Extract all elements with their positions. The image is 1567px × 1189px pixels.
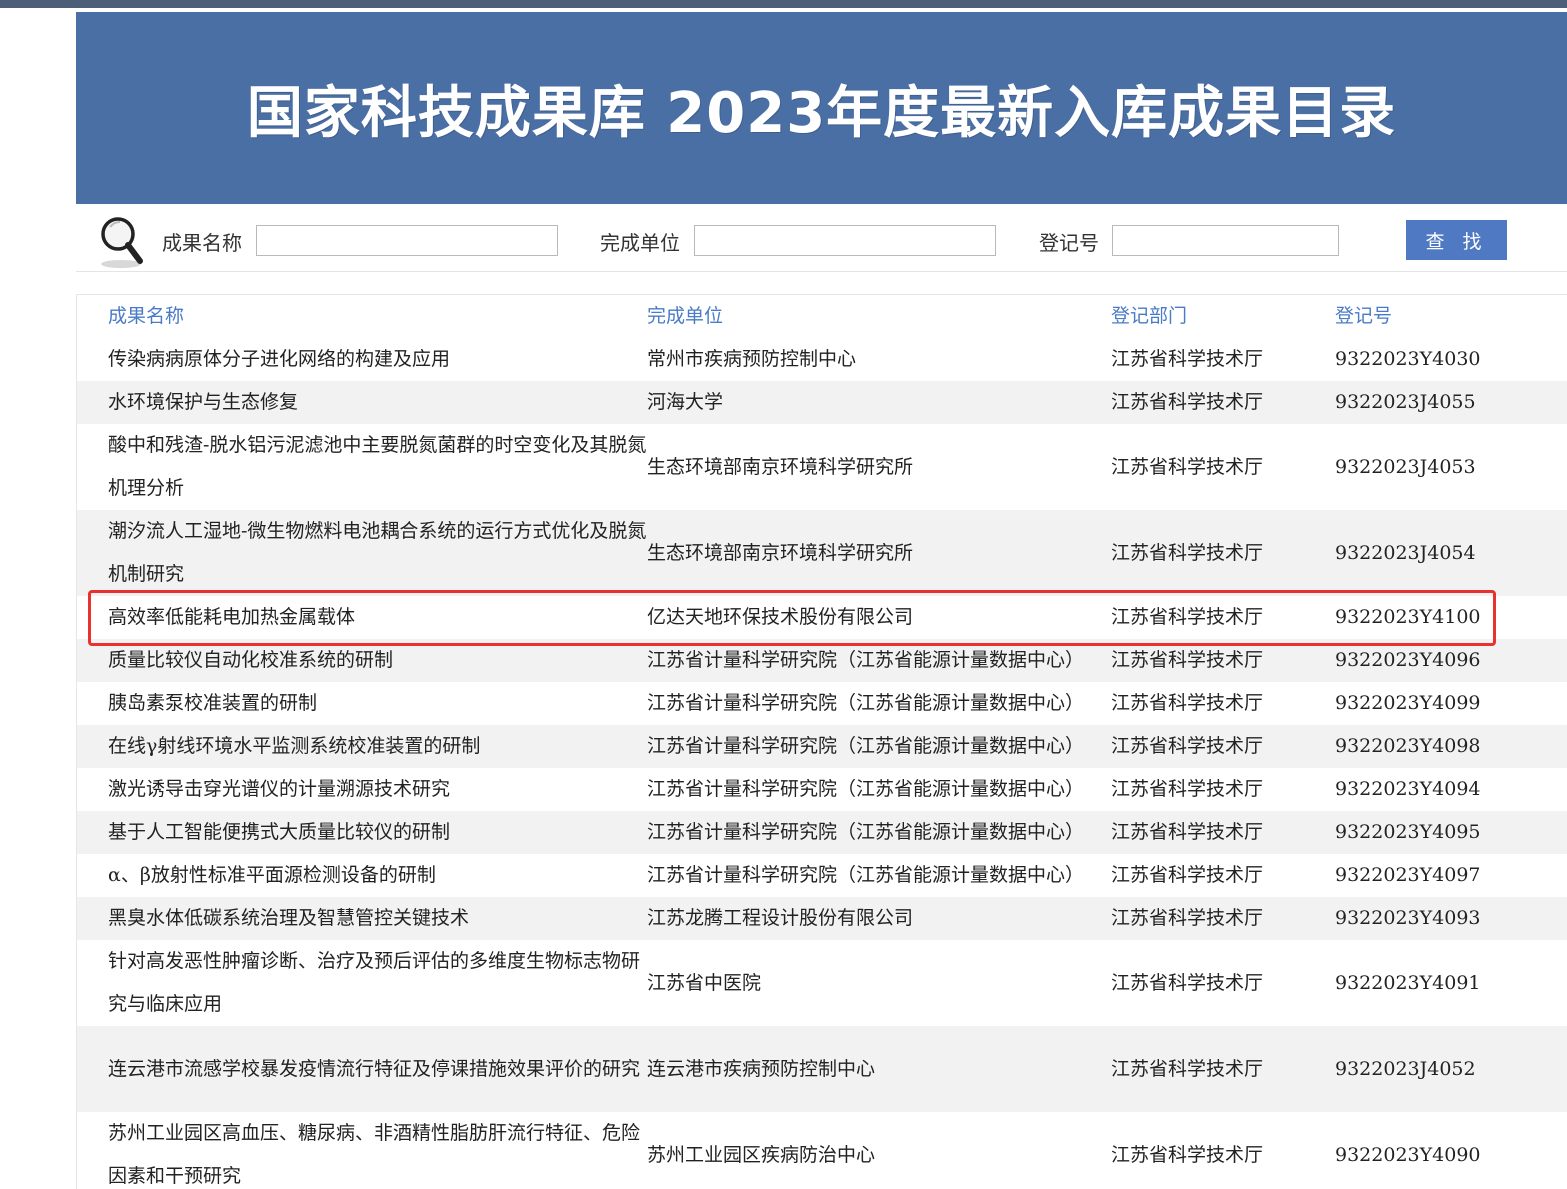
table-row: 在线γ射线环境水平监测系统校准装置的研制 江苏省计量科学研究院（江苏省能源计量数据… bbox=[77, 725, 1567, 768]
row-reg: 9322023Y4100 bbox=[1335, 606, 1481, 628]
search-bar: 成果名称 完成单位 登记号 查 找 bbox=[76, 206, 1567, 272]
table-row: 水环境保护与生态修复 河海大学 江苏省科学技术厅 9322023J4055 bbox=[77, 381, 1567, 424]
row-name[interactable]: 酸中和残渣-脱水铝污泥滤池中主要脱氮菌群的时空变化及其脱氮机理分析 bbox=[108, 424, 647, 510]
row-name[interactable]: 胰岛素泵校准装置的研制 bbox=[108, 682, 647, 725]
row-name[interactable]: 传染病病原体分子进化网络的构建及应用 bbox=[108, 338, 647, 381]
table-row: 胰岛素泵校准装置的研制 江苏省计量科学研究院（江苏省能源计量数据中心） 江苏省科学技… bbox=[77, 682, 1567, 725]
row-dept: 江苏省科学技术厅 bbox=[1111, 606, 1264, 628]
table-row: α、β放射性标准平面源检测设备的研制 江苏省计量科学研究院（江苏省能源计量数据中心… bbox=[77, 854, 1567, 897]
row-unit: 江苏省计量科学研究院（江苏省能源计量数据中心） bbox=[647, 692, 1085, 714]
row-unit: 江苏省计量科学研究院（江苏省能源计量数据中心） bbox=[647, 735, 1085, 757]
reg-input[interactable] bbox=[1112, 225, 1339, 256]
row-reg: 9322023Y4090 bbox=[1335, 1143, 1481, 1166]
table-row: 传染病病原体分子进化网络的构建及应用 常州市疾病预防控制中心 江苏省科学技术厅 932… bbox=[77, 338, 1567, 381]
row-unit: 亿达天地环保技术股份有限公司 bbox=[647, 606, 914, 628]
row-unit: 河海大学 bbox=[647, 391, 724, 413]
row-dept: 江苏省科学技术厅 bbox=[1111, 971, 1264, 994]
row-unit: 连云港市疾病预防控制中心 bbox=[647, 1057, 876, 1080]
table-row: 基于人工智能便携式大质量比较仪的研制 江苏省计量科学研究院（江苏省能源计量数据中心… bbox=[77, 811, 1567, 854]
row-dept: 江苏省科学技术厅 bbox=[1111, 735, 1264, 757]
search-button[interactable]: 查 找 bbox=[1406, 220, 1507, 260]
row-name[interactable]: 水环境保护与生态修复 bbox=[108, 381, 647, 424]
banner-title: 国家科技成果库 2023年度最新入库成果目录 bbox=[246, 80, 1397, 146]
row-unit: 江苏省计量科学研究院（江苏省能源计量数据中心） bbox=[647, 778, 1085, 800]
row-name[interactable]: 潮汐流人工湿地-微生物燃料电池耦合系统的运行方式优化及脱氮机制研究 bbox=[108, 510, 647, 596]
row-name[interactable]: 连云港市流感学校暴发疫情流行特征及停课措施效果评价的研究 bbox=[108, 1048, 647, 1091]
row-reg: 9322023Y4091 bbox=[1335, 971, 1481, 994]
row-dept: 江苏省科学技术厅 bbox=[1111, 821, 1264, 843]
row-dept: 江苏省科学技术厅 bbox=[1111, 864, 1264, 886]
row-unit: 生态环境部南京环境科学研究所 bbox=[647, 541, 914, 564]
row-unit: 常州市疾病预防控制中心 bbox=[647, 348, 857, 370]
row-reg: 9322023J4055 bbox=[1335, 391, 1476, 413]
row-name[interactable]: 苏州工业园区高血压、糖尿病、非酒精性脂肪肝流行特征、危险因素和干预研究 bbox=[108, 1112, 647, 1189]
table-row: 激光诱导击穿光谱仪的计量溯源技术研究 江苏省计量科学研究院（江苏省能源计量数据中心… bbox=[77, 768, 1567, 811]
row-unit: 江苏省中医院 bbox=[647, 971, 762, 994]
table-row: 高效率低能耗电加热金属载体 亿达天地环保技术股份有限公司 江苏省科学技术厅 93220… bbox=[77, 596, 1567, 639]
row-reg: 9322023Y4096 bbox=[1335, 649, 1481, 671]
row-reg: 9322023Y4099 bbox=[1335, 692, 1481, 714]
row-dept: 江苏省科学技术厅 bbox=[1111, 778, 1264, 800]
row-reg: 9322023Y4094 bbox=[1335, 778, 1481, 800]
row-reg: 9322023J4052 bbox=[1335, 1057, 1476, 1080]
row-reg: 9322023Y4095 bbox=[1335, 821, 1481, 843]
row-dept: 江苏省科学技术厅 bbox=[1111, 692, 1264, 714]
row-dept: 江苏省科学技术厅 bbox=[1111, 455, 1264, 478]
row-name[interactable]: 激光诱导击穿光谱仪的计量溯源技术研究 bbox=[108, 768, 647, 811]
row-reg: 9322023J4054 bbox=[1335, 541, 1476, 564]
row-name[interactable]: 基于人工智能便携式大质量比较仪的研制 bbox=[108, 811, 647, 854]
row-dept: 江苏省科学技术厅 bbox=[1111, 1057, 1264, 1080]
search-icon bbox=[101, 217, 143, 268]
name-input[interactable] bbox=[256, 225, 558, 256]
row-dept: 江苏省科学技术厅 bbox=[1111, 391, 1264, 413]
row-unit: 江苏省计量科学研究院（江苏省能源计量数据中心） bbox=[647, 864, 1085, 886]
row-reg: 9322023Y4098 bbox=[1335, 735, 1481, 757]
row-reg: 9322023Y4093 bbox=[1335, 907, 1481, 929]
row-reg: 9322023Y4097 bbox=[1335, 864, 1481, 886]
table-header: 成果名称 完成单位 登记部门 登记号 bbox=[77, 295, 1567, 338]
row-name[interactable]: 高效率低能耗电加热金属载体 bbox=[108, 596, 647, 639]
results-table: 成果名称 完成单位 登记部门 登记号 传染病病原体分子进化网络的构建及应用 常州市… bbox=[76, 294, 1567, 1189]
row-reg: 9322023J4053 bbox=[1335, 455, 1476, 478]
table-row: 酸中和残渣-脱水铝污泥滤池中主要脱氮菌群的时空变化及其脱氮机理分析 生态环境部南京… bbox=[77, 424, 1567, 510]
table-row: 质量比较仪自动化校准系统的研制 江苏省计量科学研究院（江苏省能源计量数据中心） 江苏… bbox=[77, 639, 1567, 682]
table-row: 针对高发恶性肿瘤诊断、治疗及预后评估的多维度生物标志物研究与临床应用 江苏省中医院… bbox=[77, 940, 1567, 1026]
row-unit: 江苏省计量科学研究院（江苏省能源计量数据中心） bbox=[647, 649, 1085, 671]
top-bar bbox=[0, 0, 1567, 8]
row-dept: 江苏省科学技术厅 bbox=[1111, 1143, 1264, 1166]
row-dept: 江苏省科学技术厅 bbox=[1111, 541, 1264, 564]
row-name[interactable]: 针对高发恶性肿瘤诊断、治疗及预后评估的多维度生物标志物研究与临床应用 bbox=[108, 940, 647, 1026]
row-unit: 生态环境部南京环境科学研究所 bbox=[647, 455, 914, 478]
row-name[interactable]: α、β放射性标准平面源检测设备的研制 bbox=[108, 854, 647, 897]
row-reg: 9322023Y4030 bbox=[1335, 348, 1481, 370]
unit-input[interactable] bbox=[694, 225, 996, 256]
row-name[interactable]: 黑臭水体低碳系统治理及智慧管控关键技术 bbox=[108, 897, 647, 940]
table-row: 连云港市流感学校暴发疫情流行特征及停课措施效果评价的研究 连云港市疾病预防控制中心… bbox=[77, 1026, 1567, 1112]
row-dept: 江苏省科学技术厅 bbox=[1111, 348, 1264, 370]
row-unit: 苏州工业园区疾病防治中心 bbox=[647, 1143, 876, 1166]
reg-label: 登记号 bbox=[1039, 231, 1099, 255]
row-name[interactable]: 质量比较仪自动化校准系统的研制 bbox=[108, 639, 647, 682]
row-unit: 江苏龙腾工程设计股份有限公司 bbox=[647, 907, 914, 929]
row-dept: 江苏省科学技术厅 bbox=[1111, 907, 1264, 929]
table-row: 苏州工业园区高血压、糖尿病、非酒精性脂肪肝流行特征、危险因素和干预研究 苏州工业园… bbox=[77, 1112, 1567, 1189]
name-label: 成果名称 bbox=[162, 231, 242, 255]
header-unit[interactable]: 完成单位 bbox=[647, 295, 1111, 338]
row-dept: 江苏省科学技术厅 bbox=[1111, 649, 1264, 671]
row-name[interactable]: 在线γ射线环境水平监测系统校准装置的研制 bbox=[108, 725, 647, 768]
table-row: 潮汐流人工湿地-微生物燃料电池耦合系统的运行方式优化及脱氮机制研究 生态环境部南京… bbox=[77, 510, 1567, 596]
header-name[interactable]: 成果名称 bbox=[108, 295, 647, 338]
unit-label: 完成单位 bbox=[600, 231, 680, 255]
row-unit: 江苏省计量科学研究院（江苏省能源计量数据中心） bbox=[647, 821, 1085, 843]
page-banner: 国家科技成果库 2023年度最新入库成果目录 bbox=[76, 12, 1567, 204]
header-reg[interactable]: 登记号 bbox=[1335, 295, 1535, 338]
table-row: 黑臭水体低碳系统治理及智慧管控关键技术 江苏龙腾工程设计股份有限公司 江苏省科学技术… bbox=[77, 897, 1567, 940]
header-dept[interactable]: 登记部门 bbox=[1111, 295, 1335, 338]
